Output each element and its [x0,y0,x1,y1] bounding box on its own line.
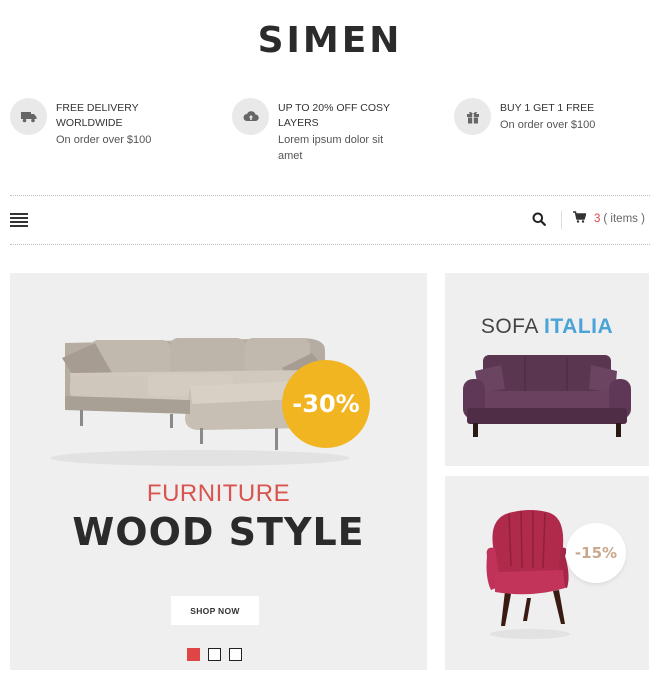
feature-discount: UP TO 20% OFF COSY LAYERS Lorem ipsum do… [232,98,406,164]
slider-dot-1[interactable] [187,648,200,661]
feature-free-delivery: FREE DELIVERY WORLDWIDE On order over $1… [10,98,206,148]
hamburger-menu-icon[interactable] [10,213,28,227]
banner-armchair[interactable]: -15% [445,476,649,670]
banner-title-part2: ITALIA [544,315,614,338]
armchair-discount-badge: -15% [566,523,626,583]
slide-title: WOOD STYLE [72,510,365,554]
feature-bogo: BUY 1 GET 1 FREE On order over $100 [454,98,650,135]
slider-discount-badge: -30% [282,360,370,448]
slider-pagination [187,648,242,661]
nav-bar: 3 ( items ) [10,195,650,245]
truck-icon [10,98,47,135]
cloud-upload-icon [232,98,269,135]
slider-dot-3[interactable] [229,648,242,661]
red-armchair-image [483,506,578,646]
banner-title: SOFA ITALIA [445,315,649,339]
search-icon[interactable] [532,212,548,228]
feature-subtitle: On order over $100 [56,134,152,146]
banner-sofa-italia[interactable]: SOFA ITALIA [445,273,649,466]
shop-now-button[interactable]: SHOP NOW [171,596,259,625]
site-logo[interactable]: SIMEN [0,20,660,61]
cart-label: ( items ) [603,212,645,225]
features-bar: FREE DELIVERY WORLDWIDE On order over $1… [10,98,650,168]
feature-subtitle: On order over $100 [500,119,596,131]
feature-subtitle: Lorem ipsum dolor sit amet [278,134,384,162]
cart-button[interactable]: 3 ( items ) [573,211,645,226]
hero-slider: -30% FURNITURE WOOD STYLE SHOP NOW [10,273,427,670]
feature-title: UP TO 20% OFF COSY LAYERS [278,102,390,129]
gift-icon [454,98,491,135]
banner-title-part1: SOFA [480,315,538,338]
purple-sofa-image [461,353,633,448]
shopping-cart-icon [573,211,587,226]
feature-title: BUY 1 GET 1 FREE [500,102,595,114]
nav-divider [561,211,562,229]
slide-subtitle: FURNITURE [146,480,291,507]
slider-dot-2[interactable] [208,648,221,661]
cart-count: 3 [594,212,601,225]
feature-title: FREE DELIVERY WORLDWIDE [56,102,139,129]
